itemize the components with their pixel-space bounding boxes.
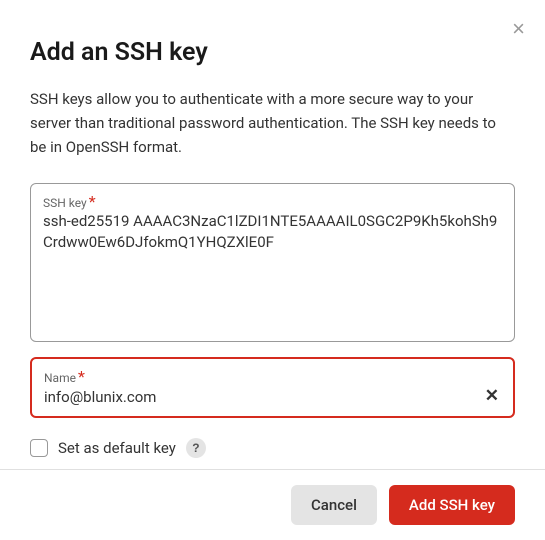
cancel-button[interactable]: Cancel [291, 485, 377, 525]
name-field-wrap: Name* ✕ [30, 357, 515, 418]
default-key-checkbox[interactable] [30, 439, 48, 457]
default-key-row: Set as default key ? [30, 438, 515, 458]
ssh-key-field-wrap: SSH key* ssh-ed25519 AAAAC3NzaC1lZDI1NTE… [30, 183, 515, 342]
add-ssh-key-modal: × Add an SSH key SSH keys allow you to a… [0, 0, 545, 540]
add-ssh-key-button[interactable]: Add SSH key [389, 485, 515, 525]
modal-title: Add an SSH key [30, 38, 515, 67]
modal-description: SSH keys allow you to authenticate with … [30, 87, 515, 159]
clear-icon[interactable]: ✕ [483, 386, 501, 406]
modal-content: Add an SSH key SSH keys allow you to aut… [0, 0, 545, 458]
required-indicator: * [78, 367, 85, 386]
ssh-key-textarea[interactable]: ssh-ed25519 AAAAC3NzaC1lZDI1NTE5AAAAIL0S… [43, 211, 502, 331]
ssh-key-label-row: SSH key* [43, 192, 502, 211]
help-icon[interactable]: ? [186, 438, 206, 458]
modal-footer: Cancel Add SSH key [0, 469, 545, 540]
name-label-row: Name* [44, 367, 501, 386]
ssh-key-label: SSH key [43, 196, 87, 210]
close-icon[interactable]: × [512, 18, 525, 40]
name-label: Name [44, 371, 76, 385]
required-indicator: * [89, 192, 96, 211]
default-key-label: Set as default key [58, 439, 176, 457]
name-input[interactable] [44, 386, 483, 406]
name-input-row: ✕ [44, 386, 501, 406]
